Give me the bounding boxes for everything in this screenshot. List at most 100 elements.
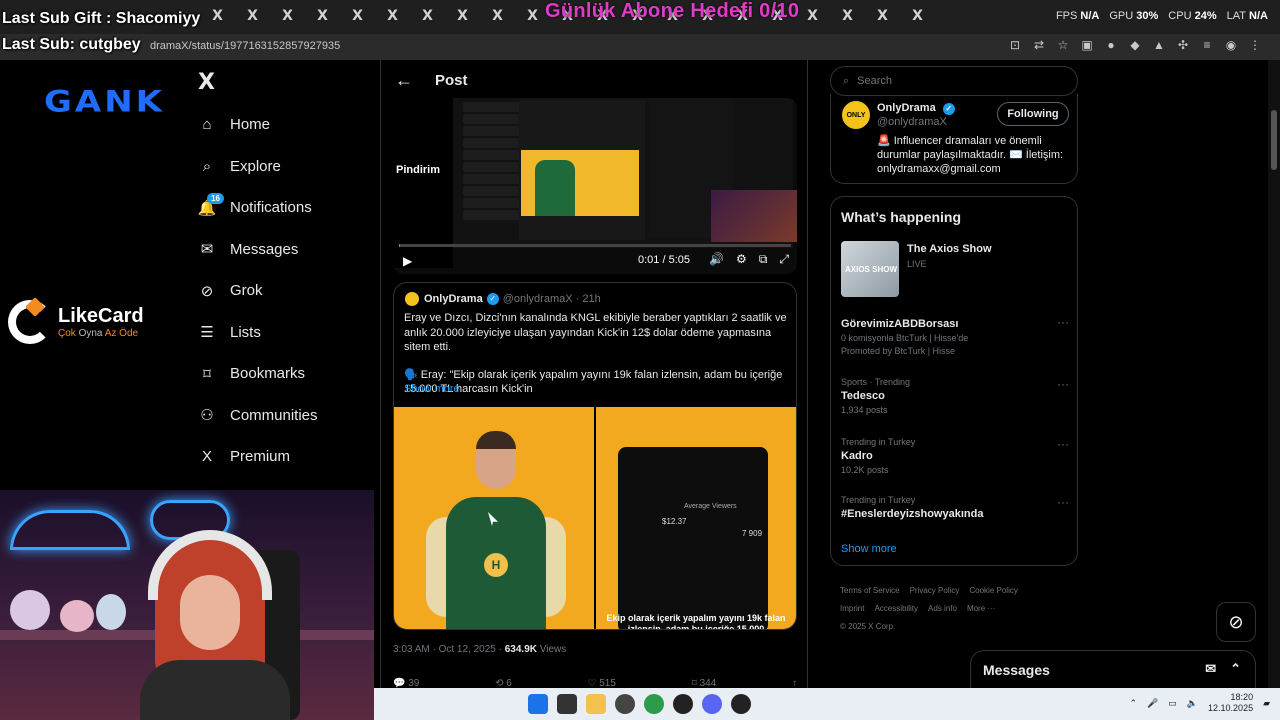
avatar[interactable]: ONLY DRAMA [841, 100, 871, 149]
browser-tab[interactable]: X [235, 6, 270, 26]
share-icon[interactable]: ↑ [792, 678, 797, 688]
post-timestamp[interactable]: 3:03 AM · Oct 12, 2025 · [393, 644, 505, 655]
footer-link[interactable]: Privacy Policy [910, 586, 960, 595]
chrome-icon[interactable] [644, 694, 664, 714]
scrollbar-thumb[interactable] [1271, 110, 1277, 170]
expand-icon[interactable]: ⌃ [1230, 661, 1241, 677]
more-icon[interactable]: ··· [1057, 437, 1069, 451]
grok-icon[interactable]: ⊘ [1216, 602, 1256, 642]
avatar[interactable] [404, 291, 420, 307]
x-logo-icon[interactable]: X [198, 70, 215, 95]
quoted-media[interactable]: H Average Viewers $12.37 7 909 Ekip olar… [394, 407, 796, 629]
extension-icon[interactable]: ● [1104, 38, 1118, 52]
footer-link[interactable]: Accessibility [874, 604, 918, 613]
repost-button[interactable]: ⟲ 6 [495, 678, 512, 688]
media-icon[interactable]: ≡ [1200, 38, 1214, 52]
url-field[interactable]: dramaX/status/1977163152857927935 [150, 40, 340, 52]
footer-link[interactable]: More ··· [967, 604, 995, 613]
menu-icon[interactable]: ⋮ [1248, 38, 1262, 52]
page-title: Post [435, 71, 468, 89]
likecard-tagline: Çok Oyna Az Öde [58, 328, 144, 339]
browser-tab[interactable]: X [375, 6, 410, 26]
browser-tab[interactable]: X [865, 6, 900, 26]
clock[interactable]: 18:20 12.10.2025 [1208, 692, 1253, 714]
show-more-link[interactable]: Show more [404, 383, 460, 395]
app-icon[interactable] [673, 694, 693, 714]
browser-tab[interactable]: X [445, 6, 480, 26]
browser-tab[interactable]: X [830, 6, 865, 26]
show-more-link[interactable]: Show more [841, 543, 897, 555]
video-player[interactable]: Pindirim ▶ 0:01 / 5:05 🔊 ⚙ ⧉ ⤢ [393, 98, 797, 274]
browser-tab[interactable]: X [410, 6, 445, 26]
puzzle-icon[interactable]: ✣ [1176, 38, 1190, 52]
browser-tab[interactable]: X [900, 6, 935, 26]
quoted-author-name[interactable]: OnlyDrama [424, 293, 483, 305]
trend-item[interactable]: Sports · Trending Tedesco 1,934 posts ··… [841, 377, 1069, 415]
sidebar-item-communities[interactable]: ⚇ Communities [196, 395, 317, 437]
folder-icon[interactable] [586, 694, 606, 714]
sidebar-item-messages[interactable]: ✉ Messages [196, 229, 318, 271]
task-view-icon[interactable] [557, 694, 577, 714]
settings-icon[interactable]: ⚙ [736, 252, 747, 267]
live-thumbnail[interactable]: AXIOS SHOW [841, 241, 899, 297]
compose-message-icon[interactable]: ✉ [1205, 661, 1216, 677]
browser-tab[interactable]: X [305, 6, 340, 26]
play-icon[interactable]: ▶ [403, 254, 412, 268]
reply-button[interactable]: 💬 39 [393, 678, 419, 688]
sidebar-item-grok[interactable]: ⊘ Grok [196, 270, 318, 312]
sidebar-item-explore[interactable]: ⌕ Explore [196, 146, 318, 188]
likecard-logo: LikeCard Çok Oyna Az Öde [8, 300, 144, 344]
sidebar-item-notifications[interactable]: 🔔 16 Notifications [196, 187, 318, 229]
microphone-icon[interactable]: 🎤 [1147, 698, 1158, 709]
live-show-name[interactable]: The Axios Show [907, 243, 992, 255]
extension-icon[interactable]: ▣ [1080, 38, 1094, 52]
x-favicon-icon: X [352, 8, 363, 24]
network-icon[interactable]: ▭ [1168, 698, 1177, 709]
chevron-up-icon[interactable]: ⌃ [1130, 698, 1138, 709]
app-icon[interactable] [731, 694, 751, 714]
extension-icon[interactable]: ◆ [1128, 38, 1142, 52]
trend-item[interactable]: GörevimizABDBorsası 0 komisyonla BtcTurk… [841, 315, 1069, 356]
sidebar-item-bookmarks[interactable]: ⌑ Bookmarks [196, 353, 318, 395]
footer-link[interactable]: Ads info [928, 604, 957, 613]
browser-tab[interactable]: X [480, 6, 515, 26]
like-button[interactable]: ♡ 515 [588, 678, 616, 688]
star-icon[interactable]: ☆ [1056, 38, 1070, 52]
scrollbar[interactable] [1268, 60, 1280, 688]
search-input[interactable]: ⌕ Search [830, 66, 1078, 96]
more-icon[interactable]: ··· [1057, 315, 1069, 329]
browser-tab[interactable]: X [340, 6, 375, 26]
sidebar-item-lists[interactable]: ☰ Lists [196, 312, 318, 354]
trend-item[interactable]: Trending in Turkey #Eneslerdeyizshowyakı… [841, 495, 1069, 520]
messages-drawer[interactable]: Messages ✉ ⌃ [970, 650, 1256, 688]
app-icon[interactable] [615, 694, 635, 714]
more-icon[interactable]: ··· [1057, 377, 1069, 391]
profile-icon[interactable]: ◉ [1224, 38, 1238, 52]
trend-item[interactable]: Trending in Turkey Kadro 10.2K posts ··· [841, 437, 1069, 475]
volume-icon[interactable]: 🔊 [709, 252, 724, 267]
fullscreen-icon[interactable]: ⤢ [779, 252, 789, 267]
footer-link[interactable]: Cookie Policy [969, 586, 1017, 595]
footer-link[interactable]: Imprint [840, 604, 864, 613]
browser-tab[interactable]: X [270, 6, 305, 26]
browser-tab[interactable]: X [795, 6, 830, 26]
translate-icon[interactable]: ⇄ [1032, 38, 1046, 52]
video-progress-bar[interactable] [399, 244, 791, 247]
footer-link[interactable]: Terms of Service [840, 586, 900, 595]
sidebar-item-premium[interactable]: X Premium [196, 436, 318, 478]
following-button[interactable]: Following [997, 102, 1069, 126]
quoted-post[interactable]: OnlyDrama ✓ @onlydramaX · 21h Eray ve Dı… [393, 282, 797, 630]
discord-icon[interactable] [702, 694, 722, 714]
sidebar-item-home[interactable]: ⌂ Home [196, 104, 318, 146]
more-icon[interactable]: ··· [1057, 495, 1069, 509]
notification-icon[interactable]: ▰ [1263, 698, 1270, 709]
profile-name[interactable]: OnlyDrama ✓ [877, 102, 959, 115]
start-icon[interactable] [528, 694, 548, 714]
extension-icon[interactable]: ▲ [1152, 38, 1166, 52]
volume-icon[interactable]: 🔈 [1187, 698, 1198, 709]
browser-tab[interactable]: X [200, 6, 235, 26]
bookmark-button[interactable]: ⌑ 344 [692, 678, 717, 688]
back-arrow-icon[interactable]: ← [395, 70, 413, 91]
pip-icon[interactable]: ⧉ [759, 252, 768, 267]
install-icon[interactable]: ⊡ [1008, 38, 1022, 52]
